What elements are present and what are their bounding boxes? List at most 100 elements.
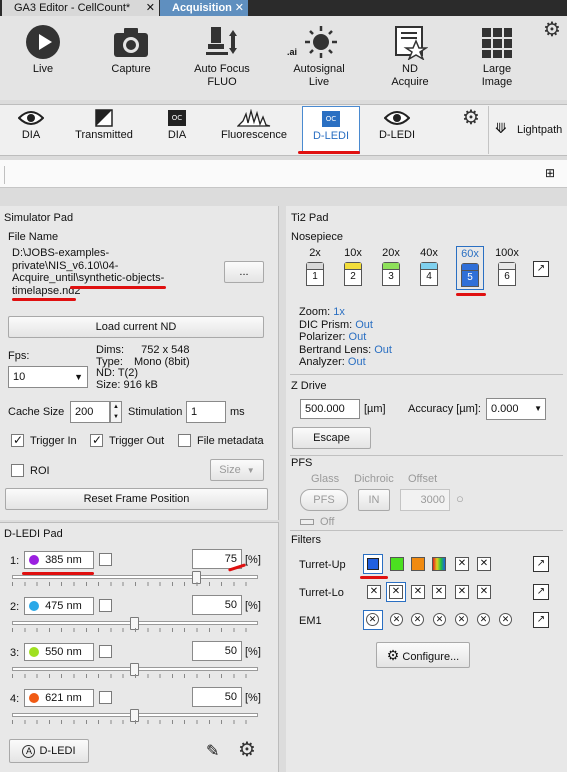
objective-10x[interactable]: 10x 2 [340,246,368,290]
nosepiece-expand-icon[interactable]: ↗ [533,261,549,277]
file-metadata-checkbox[interactable] [178,434,191,447]
autofocus-fluo-button[interactable]: Auto Focus FLUO [186,24,258,89]
slider-ticks [12,674,258,678]
accuracy-select[interactable]: 0.000 ▼ [486,398,546,420]
channel-enable-checkbox[interactable] [99,599,112,612]
secondary-toolbar [0,160,567,188]
oc-settings-gear-icon[interactable]: ⚙ [462,108,480,128]
em1-pos3[interactable]: ✕ [411,613,424,626]
oc-transmitted[interactable]: Transmitted [66,106,142,154]
channel-wavelength-button[interactable]: 475 nm [24,597,94,615]
em1-pos5[interactable]: ✕ [455,613,468,626]
objective-position: 4 [426,271,432,282]
fps-select[interactable]: 10 ▼ [8,366,88,388]
trigger-in-checkbox[interactable] [11,433,24,447]
tab-ga3-editor[interactable]: GA3 Editor - CellCount* ✕ [2,0,159,16]
em1-pos6[interactable]: ✕ [477,613,490,626]
configure-button[interactable]: ⚙ Configure... [376,642,470,668]
turret-up-pos6[interactable]: ✕ [477,557,491,571]
turret-lo-expand-icon[interactable]: ↗ [533,584,549,600]
turret-up-pos5[interactable]: ✕ [455,557,469,571]
z-position-input[interactable]: 500.000 [300,399,360,419]
capture-button[interactable]: Capture [100,24,162,76]
lightpath-button[interactable]: ⟱ Lightpath [488,106,567,154]
objective-20x[interactable]: 20x 3 [378,246,406,290]
intensity-slider-track[interactable] [12,575,258,579]
channel-enable-checkbox[interactable] [99,553,112,566]
escape-button[interactable]: Escape [292,427,371,449]
channel-enable-checkbox[interactable] [99,645,112,658]
em1-expand-icon[interactable]: ↗ [533,612,549,628]
close-icon[interactable]: ✕ [146,0,155,16]
turret-up-pos1[interactable] [363,554,383,574]
edit-icon[interactable]: ✎ [206,741,219,761]
turret-up-pos2[interactable] [390,557,404,571]
file-path-line: D:\JOBS-examples- [12,247,110,259]
load-current-nd-button[interactable]: Load current ND [8,316,264,338]
channel-intensity-input[interactable]: 50 [192,641,242,661]
channel-wavelength-button[interactable]: 550 nm [24,643,94,661]
channel-index: 3: [10,647,20,659]
objective-100x[interactable]: 100x 6 [494,246,522,290]
channel-intensity-input[interactable]: 50 [192,687,242,707]
em1-pos1[interactable]: ✕ [363,610,383,630]
turret-lo-pos3[interactable]: ✕ [411,585,425,599]
pfs-button[interactable]: PFS [300,489,348,511]
dledi-settings-gear-icon[interactable]: ⚙ [238,740,256,760]
turret-lo-pos6[interactable]: ✕ [477,585,491,599]
close-icon[interactable]: ✕ [235,0,244,16]
cache-spinner[interactable]: ▲ ▼ [110,401,122,423]
channel-intensity-input[interactable]: 50 [192,595,242,615]
fps-label: Fps: [8,350,30,362]
em1-pos2[interactable]: ✕ [390,613,403,626]
stimulation-input[interactable]: 1 [186,401,226,423]
nd-label-2: Acquire [391,76,429,88]
turret-lo-pos4[interactable]: ✕ [432,585,446,599]
channel-wavelength-button[interactable]: 385 nm [24,551,94,569]
turret-up-expand-icon[interactable]: ↗ [533,556,549,572]
oc-dledi-selected[interactable]: OC D-LEDI [302,106,360,154]
oc-fluorescence[interactable]: Fluorescence [216,106,292,154]
z-unit: [µm] [364,403,386,415]
dichroic-in-button[interactable]: IN [358,489,390,511]
roi-checkbox[interactable] [11,464,24,477]
channel-enable-checkbox[interactable] [99,691,112,704]
turret-lo-pos2[interactable]: ✕ [386,582,406,602]
magnifier-icon[interactable]: ○ [456,491,464,506]
toolbar-options-icon[interactable]: ⊞ [545,166,555,180]
em1-pos7[interactable]: ✕ [499,613,512,626]
size-dropdown[interactable]: Size ▼ [210,459,264,481]
large-image-button[interactable]: Large Image [468,24,526,89]
tab-acquisition[interactable]: Acquisition ✕ [160,0,248,16]
ai-badge: .ai [287,46,298,59]
channel-wavelength-button[interactable]: 621 nm [24,689,94,707]
oc-dia-eye[interactable]: DIA [8,106,54,154]
eye-icon [384,111,410,125]
turret-lo-pos1[interactable]: ✕ [367,585,381,599]
objective-icon: 2 [344,262,362,286]
offset-label: Offset [408,473,438,485]
oc-dledi-eye[interactable]: D-LEDI [372,106,422,154]
oc-dia[interactable]: OC DIA [152,106,202,154]
dledi-button[interactable]: A D-LEDI [9,739,89,763]
nd-acquire-button[interactable]: ND Acquire [380,24,440,89]
reset-frame-position-button[interactable]: Reset Frame Position [5,488,268,510]
objective-color-band [307,263,323,270]
cache-size-input[interactable]: 200 [70,401,110,423]
turret-lo-pos5[interactable]: ✕ [455,585,469,599]
objective-60x[interactable]: 60x 5 [456,246,484,290]
autofocus-label-1: Auto Focus [194,63,250,75]
browse-button[interactable]: ... [224,261,264,283]
live-button[interactable]: Live [14,24,72,76]
trigger-out-checkbox[interactable] [90,433,103,447]
objective-2x[interactable]: 2x 1 [302,246,330,290]
red-annotation-underline [360,576,388,579]
offset-input[interactable]: 3000 [400,489,450,511]
autosignal-live-button[interactable]: .ai Autosignal Live [286,24,352,89]
toolbar-settings-gear-icon[interactable]: ⚙ [543,20,561,40]
turret-up-pos4[interactable] [432,557,446,571]
turret-up-pos3[interactable] [411,557,425,571]
stimulation-label: Stimulation [128,406,183,418]
objective-40x[interactable]: 40x 4 [416,246,444,290]
em1-pos4[interactable]: ✕ [433,613,446,626]
